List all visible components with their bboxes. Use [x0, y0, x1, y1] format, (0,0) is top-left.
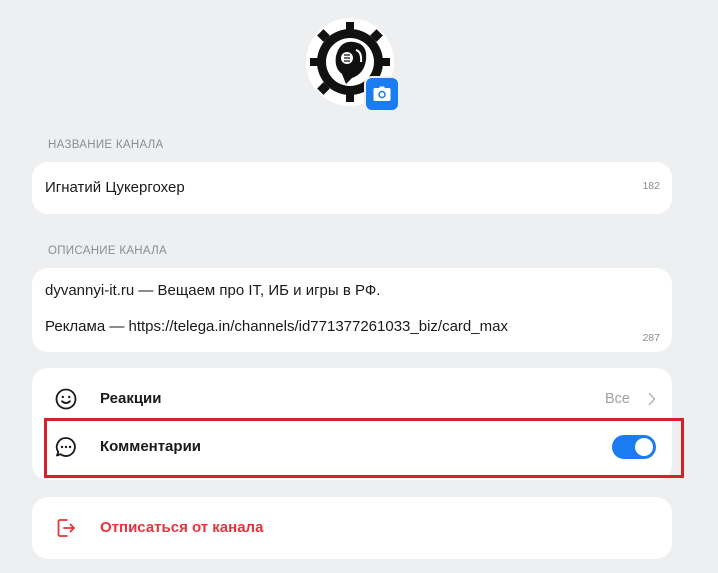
exit-door-icon [57, 519, 75, 537]
reactions-label: Реакции [100, 390, 162, 407]
unsubscribe-card: Отписаться от канала [32, 497, 672, 559]
comments-highlight-box [44, 418, 684, 478]
channel-name-input[interactable]: Игнатий Цукергохер [45, 179, 185, 196]
channel-description-label: ОПИСАНИЕ КАНАЛА [48, 245, 167, 257]
camera-icon [373, 86, 391, 101]
channel-name-label: НАЗВАНИЕ КАНАЛА [48, 139, 164, 151]
chevron-right-icon [648, 392, 656, 406]
channel-description-field[interactable]: dyvannyi-it.ru — Вещаем про IT, ИБ и игр… [32, 268, 672, 352]
smiley-icon [55, 388, 77, 410]
channel-description-input[interactable]: dyvannyi-it.ru — Вещаем про IT, ИБ и игр… [45, 282, 645, 340]
channel-avatar[interactable] [306, 18, 400, 112]
channel-description-counter: 287 [642, 332, 660, 344]
unsubscribe-row[interactable]: Отписаться от канала [32, 504, 672, 552]
channel-name-counter: 182 [642, 180, 660, 192]
reactions-row[interactable]: Реакции Все [32, 375, 672, 423]
change-photo-button[interactable] [364, 76, 400, 112]
reactions-value: Все [605, 391, 630, 407]
description-line-1: dyvannyi-it.ru — Вещаем про IT, ИБ и игр… [45, 282, 381, 299]
description-line-2: Реклама — https://telega.in/channels/id7… [45, 318, 508, 335]
channel-name-field[interactable]: Игнатий Цукергохер 182 [32, 162, 672, 214]
unsubscribe-label: Отписаться от канала [100, 519, 264, 536]
